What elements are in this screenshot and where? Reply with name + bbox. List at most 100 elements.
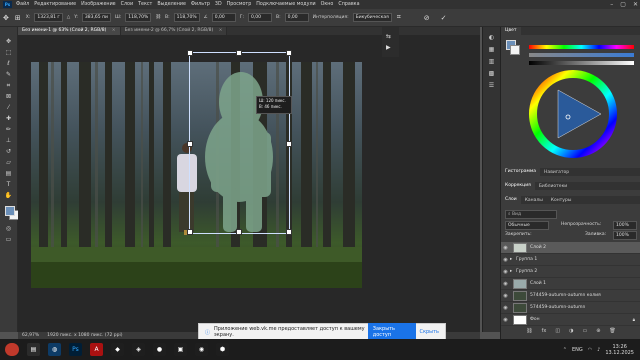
- tab-color[interactable]: Цвет: [501, 27, 521, 35]
- eraser-tool-icon[interactable]: ▱: [3, 158, 14, 167]
- skew-h-field[interactable]: 0,00: [247, 13, 272, 22]
- saturation-slider[interactable]: [529, 53, 634, 57]
- menu-3d[interactable]: 3D: [215, 2, 222, 7]
- transform-handle[interactable]: [286, 229, 292, 235]
- hue-slider[interactable]: [529, 45, 634, 49]
- adjustment-icon[interactable]: ◑: [569, 328, 573, 337]
- volume-icon[interactable]: ♪: [597, 347, 600, 353]
- menu-view[interactable]: Просмотр: [227, 2, 252, 7]
- start-avatar[interactable]: [5, 343, 19, 356]
- file-explorer-icon[interactable]: ▤: [27, 343, 40, 356]
- wifi-icon[interactable]: ◠: [588, 347, 592, 353]
- fill-field[interactable]: 100%: [613, 231, 637, 240]
- gradient-tool-icon[interactable]: ▤: [3, 169, 14, 178]
- layer-row[interactable]: ◉ ▸ Группа 1: [501, 254, 640, 266]
- commit-transform-icon[interactable]: ✓: [441, 14, 447, 22]
- screen-mode-icon[interactable]: ▭: [3, 235, 14, 244]
- tab-libraries[interactable]: Библиотеки: [535, 184, 571, 189]
- history-icon[interactable]: ⇆: [386, 33, 391, 40]
- maximize-icon[interactable]: ▢: [620, 1, 626, 8]
- transform-bounding-box[interactable]: [187, 50, 292, 235]
- app-icon[interactable]: ◆: [111, 343, 124, 356]
- blend-mode-select[interactable]: Обычные: [505, 221, 549, 230]
- gradients-icon[interactable]: ▥: [486, 57, 497, 66]
- layer-row[interactable]: ◉ 574459-autumn-autumn колия: [501, 290, 640, 302]
- quick-select-icon[interactable]: ✎: [3, 70, 14, 79]
- menu-window[interactable]: Окно: [321, 2, 334, 7]
- width-field[interactable]: 118,70%: [125, 13, 152, 22]
- app-icon[interactable]: ●: [153, 343, 166, 356]
- move-tool-icon[interactable]: ✥: [3, 37, 14, 46]
- visibility-eye-icon[interactable]: ◉: [501, 257, 510, 263]
- transform-handle[interactable]: [187, 50, 193, 56]
- layer-row[interactable]: ◉ ▸ Группа 2: [501, 266, 640, 278]
- x-field[interactable]: 1323,81 г: [34, 13, 63, 22]
- menu-image[interactable]: Изображение: [81, 2, 116, 7]
- swatches-icon[interactable]: ▦: [486, 45, 497, 54]
- close-icon[interactable]: ✕: [633, 1, 638, 8]
- visibility-eye-icon[interactable]: ◉: [501, 281, 510, 287]
- tab-doc-2[interactable]: Без имени-2 @ 66,7% (Слой 2, RGB/8) ×: [120, 27, 228, 35]
- layer-filter-select[interactable]: ⌕ Вид: [505, 210, 557, 219]
- healing-brush-icon[interactable]: ✚: [3, 114, 14, 123]
- foreground-color-swatch[interactable]: [5, 206, 15, 216]
- lasso-tool-icon[interactable]: ℓ: [3, 59, 14, 68]
- tab-navigator[interactable]: Навигатор: [540, 170, 573, 175]
- transform-handle[interactable]: [187, 229, 193, 235]
- tab-layers[interactable]: Слои: [501, 196, 521, 204]
- menu-layers[interactable]: Слои: [121, 2, 133, 7]
- brightness-slider[interactable]: [529, 61, 634, 65]
- crop-tool-icon[interactable]: ⌗: [3, 81, 14, 90]
- reference-point-icon[interactable]: ⊞: [15, 14, 21, 22]
- menu-edit[interactable]: Редактирование: [34, 2, 76, 7]
- tab-adjustments[interactable]: Коррекция: [501, 182, 535, 190]
- layer-row[interactable]: ◉ 574459-autumn-autumn: [501, 302, 640, 314]
- minimize-icon[interactable]: –: [610, 1, 613, 8]
- app-icon[interactable]: ◈: [132, 343, 145, 356]
- stamp-tool-icon[interactable]: ⊥: [3, 136, 14, 145]
- marquee-tool-icon[interactable]: ⬚: [3, 48, 14, 57]
- frame-tool-icon[interactable]: ⊠: [3, 92, 14, 101]
- trash-icon[interactable]: 🗑︎: [609, 328, 615, 337]
- move-tool-icon[interactable]: ✥: [3, 14, 9, 22]
- transform-handle[interactable]: [187, 141, 193, 147]
- link-layers-icon[interactable]: ⛓: [526, 328, 532, 337]
- transform-handle[interactable]: [286, 141, 292, 147]
- menu-text[interactable]: Текст: [138, 2, 152, 7]
- transform-handle[interactable]: [236, 50, 242, 56]
- menu-help[interactable]: Справка: [338, 2, 359, 7]
- properties-icon[interactable]: ☰: [486, 81, 497, 90]
- tab-close-icon[interactable]: ×: [219, 28, 223, 33]
- menu-filter[interactable]: Фильтр: [191, 2, 210, 7]
- skew-v-field[interactable]: 0,00: [284, 13, 309, 22]
- opacity-field[interactable]: 100%: [613, 221, 637, 230]
- warp-icon[interactable]: ⌗: [397, 13, 401, 22]
- layer-row[interactable]: ◉ Фон 🔒︎: [501, 314, 640, 326]
- menu-select[interactable]: Выделение: [157, 2, 186, 7]
- fx-icon[interactable]: fx: [542, 328, 547, 337]
- cancel-transform-icon[interactable]: ⊘: [424, 14, 430, 22]
- browser-icon[interactable]: ◍: [48, 343, 61, 356]
- hand-tool-icon[interactable]: ✋: [3, 191, 14, 200]
- menu-file[interactable]: Файл: [16, 2, 29, 7]
- app-icon[interactable]: ◉: [195, 343, 208, 356]
- quick-mask-icon[interactable]: ◎: [3, 224, 14, 233]
- new-layer-icon[interactable]: ⊕: [596, 328, 600, 337]
- tab-close-icon[interactable]: ×: [112, 28, 116, 33]
- visibility-eye-icon[interactable]: ◉: [501, 317, 510, 323]
- tab-histogram[interactable]: Гистограмма: [501, 168, 541, 176]
- brush-tool-icon[interactable]: ✏: [3, 125, 14, 134]
- photoshop-taskbar-icon[interactable]: Ps: [69, 343, 82, 356]
- y-field[interactable]: 383,65 пи: [81, 13, 111, 22]
- patterns-icon[interactable]: ▩: [486, 69, 497, 78]
- play-icon[interactable]: ▶: [386, 44, 391, 51]
- app-icon[interactable]: ▣: [174, 343, 187, 356]
- visibility-eye-icon[interactable]: ◉: [501, 293, 510, 299]
- tab-doc-1[interactable]: Без имени-1 @ 63% (Слой 2, RGB/8) ×: [18, 27, 121, 35]
- language-indicator[interactable]: ENG: [572, 347, 583, 353]
- transform-handle[interactable]: [286, 50, 292, 56]
- app-icon[interactable]: ⬢: [216, 343, 229, 356]
- color-panel-icon[interactable]: ◐: [486, 33, 497, 42]
- eyedropper-icon[interactable]: ⁄: [3, 103, 14, 112]
- new-group-icon[interactable]: ▭: [582, 328, 587, 337]
